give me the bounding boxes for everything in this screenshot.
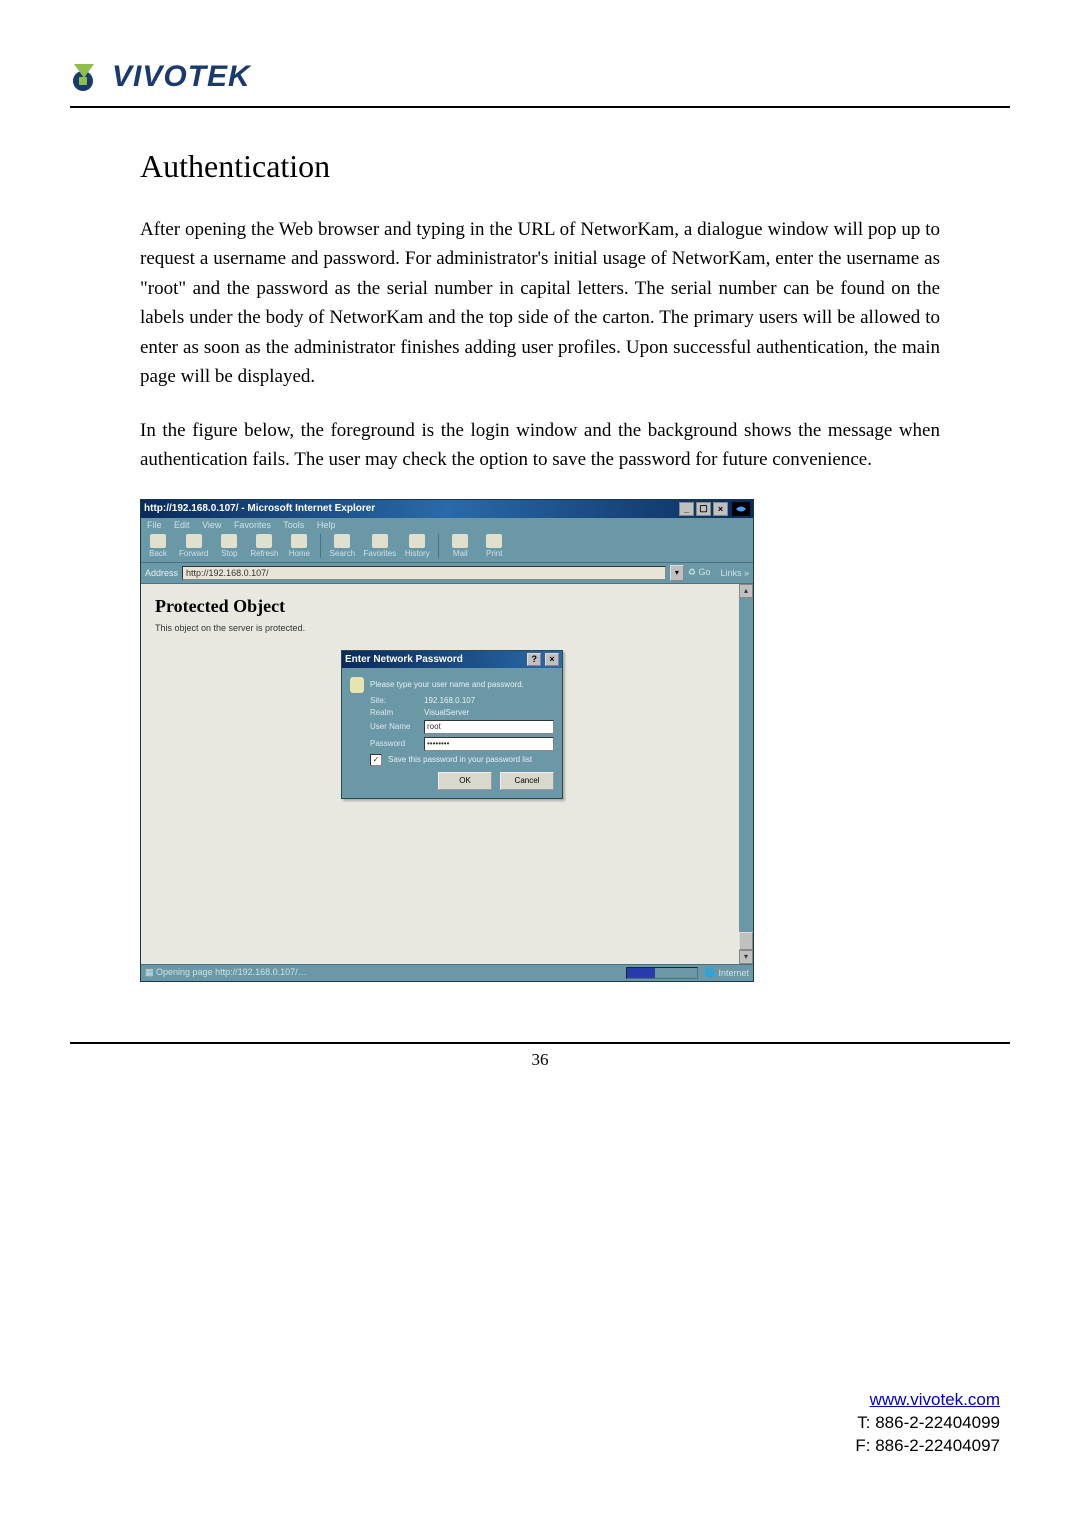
scroll-down-button[interactable]: ▾: [739, 950, 753, 964]
forward-icon: [186, 534, 202, 548]
zone-indicator: 🌐 Internet: [704, 967, 749, 978]
toolbar-separator: [438, 534, 439, 558]
address-bar: Address ▾ ♻ Go Links »: [141, 563, 753, 584]
auth-dialog: Enter Network Password ? × Please type y…: [341, 650, 563, 799]
home-button[interactable]: Home: [286, 534, 312, 558]
menu-view[interactable]: View: [202, 520, 221, 530]
site-value: 192.168.0.107: [424, 696, 475, 705]
menu-help[interactable]: Help: [317, 520, 336, 530]
username-input[interactable]: [424, 720, 554, 734]
mail-button[interactable]: Mail: [447, 534, 473, 558]
cancel-button[interactable]: Cancel: [500, 772, 554, 790]
password-input[interactable]: [424, 737, 554, 751]
page-body: ▴ Protected Object This object on the se…: [141, 584, 753, 964]
brand-logo: VIVOTEK: [70, 60, 1010, 94]
history-button[interactable]: History: [404, 534, 430, 558]
dialog-title: Enter Network Password: [345, 654, 463, 665]
progress-bar: [626, 967, 698, 979]
address-input[interactable]: [182, 566, 666, 580]
username-label: User Name: [370, 722, 418, 731]
stop-icon: [221, 534, 237, 548]
scrollbar-thumb[interactable]: [739, 932, 753, 950]
footer-divider: [70, 1042, 1010, 1044]
history-icon: [409, 534, 425, 548]
close-button[interactable]: ×: [713, 502, 728, 516]
zone-label: Internet: [718, 968, 749, 978]
back-icon: [150, 534, 166, 548]
dialog-titlebar: Enter Network Password ? ×: [342, 651, 562, 668]
print-icon: [486, 534, 502, 548]
home-icon: [291, 534, 307, 548]
menu-file[interactable]: File: [147, 520, 162, 530]
status-text: Opening page http://192.168.0.107/…: [156, 967, 307, 977]
toolbar: Back Forward Stop Refresh Home Search Fa…: [141, 532, 753, 563]
doc-icon: ▦: [145, 967, 154, 977]
globe-icon: 🌐: [704, 967, 715, 978]
paragraph-2: In the figure below, the foreground is t…: [140, 416, 940, 475]
brand-name: VIVOTEK: [112, 60, 251, 94]
protected-heading: Protected Object: [155, 596, 725, 617]
refresh-button[interactable]: Refresh: [250, 534, 278, 558]
footer-info: www.vivotek.com T: 886-2-22404099 F: 886…: [855, 1389, 1000, 1458]
dialog-prompt: Please type your user name and password.: [370, 680, 524, 689]
menu-bar: File Edit View Favorites Tools Help: [141, 518, 753, 532]
key-icon: [350, 677, 364, 693]
section-title: Authentication: [140, 148, 940, 185]
scroll-up-button[interactable]: ▴: [739, 584, 753, 598]
browser-window: http://192.168.0.107/ - Microsoft Intern…: [140, 499, 754, 982]
page-number: 36: [70, 1050, 1010, 1070]
password-label: Password: [370, 739, 418, 748]
ie-logo-icon: [732, 502, 750, 516]
protected-text: This object on the server is protected.: [155, 623, 725, 633]
mail-icon: [452, 534, 468, 548]
refresh-icon: [256, 534, 272, 548]
address-label: Address: [145, 568, 178, 578]
dialog-close-button[interactable]: ×: [545, 653, 559, 666]
save-password-label: Save this password in your password list: [388, 755, 532, 764]
menu-tools[interactable]: Tools: [283, 520, 304, 530]
realm-value: VisualServer: [424, 708, 469, 717]
maximize-button[interactable]: ▢: [696, 502, 711, 516]
window-titlebar: http://192.168.0.107/ - Microsoft Intern…: [141, 500, 753, 518]
logo-icon: [70, 60, 104, 94]
realm-label: Realm: [370, 708, 418, 717]
minimize-button[interactable]: _: [679, 502, 694, 516]
site-label: Site:: [370, 696, 418, 705]
favorites-icon: [372, 534, 388, 548]
figure: http://192.168.0.107/ - Microsoft Intern…: [140, 499, 940, 982]
status-bar: ▦ Opening page http://192.168.0.107/… 🌐 …: [141, 964, 753, 981]
dialog-help-button[interactable]: ?: [527, 653, 541, 666]
save-password-checkbox[interactable]: ✓: [370, 754, 382, 766]
links-label[interactable]: Links »: [720, 568, 749, 578]
address-dropdown[interactable]: ▾: [670, 565, 684, 581]
footer-tel: T: 886-2-22404099: [857, 1413, 1000, 1432]
footer-fax: F: 886-2-22404097: [855, 1436, 1000, 1455]
favorites-button[interactable]: Favorites: [363, 534, 396, 558]
search-button[interactable]: Search: [329, 534, 355, 558]
paragraph-1: After opening the Web browser and typing…: [140, 215, 940, 392]
stop-button[interactable]: Stop: [216, 534, 242, 558]
forward-button[interactable]: Forward: [179, 534, 208, 558]
search-icon: [334, 534, 350, 548]
menu-edit[interactable]: Edit: [174, 520, 190, 530]
header-divider: [70, 106, 1010, 108]
ok-button[interactable]: OK: [438, 772, 492, 790]
menu-favorites[interactable]: Favorites: [234, 520, 271, 530]
toolbar-separator: [320, 534, 321, 558]
go-button[interactable]: ♻ Go: [688, 567, 711, 578]
back-button[interactable]: Back: [145, 534, 171, 558]
print-button[interactable]: Print: [481, 534, 507, 558]
window-title: http://192.168.0.107/ - Microsoft Intern…: [144, 503, 375, 514]
footer-link[interactable]: www.vivotek.com: [870, 1390, 1000, 1409]
